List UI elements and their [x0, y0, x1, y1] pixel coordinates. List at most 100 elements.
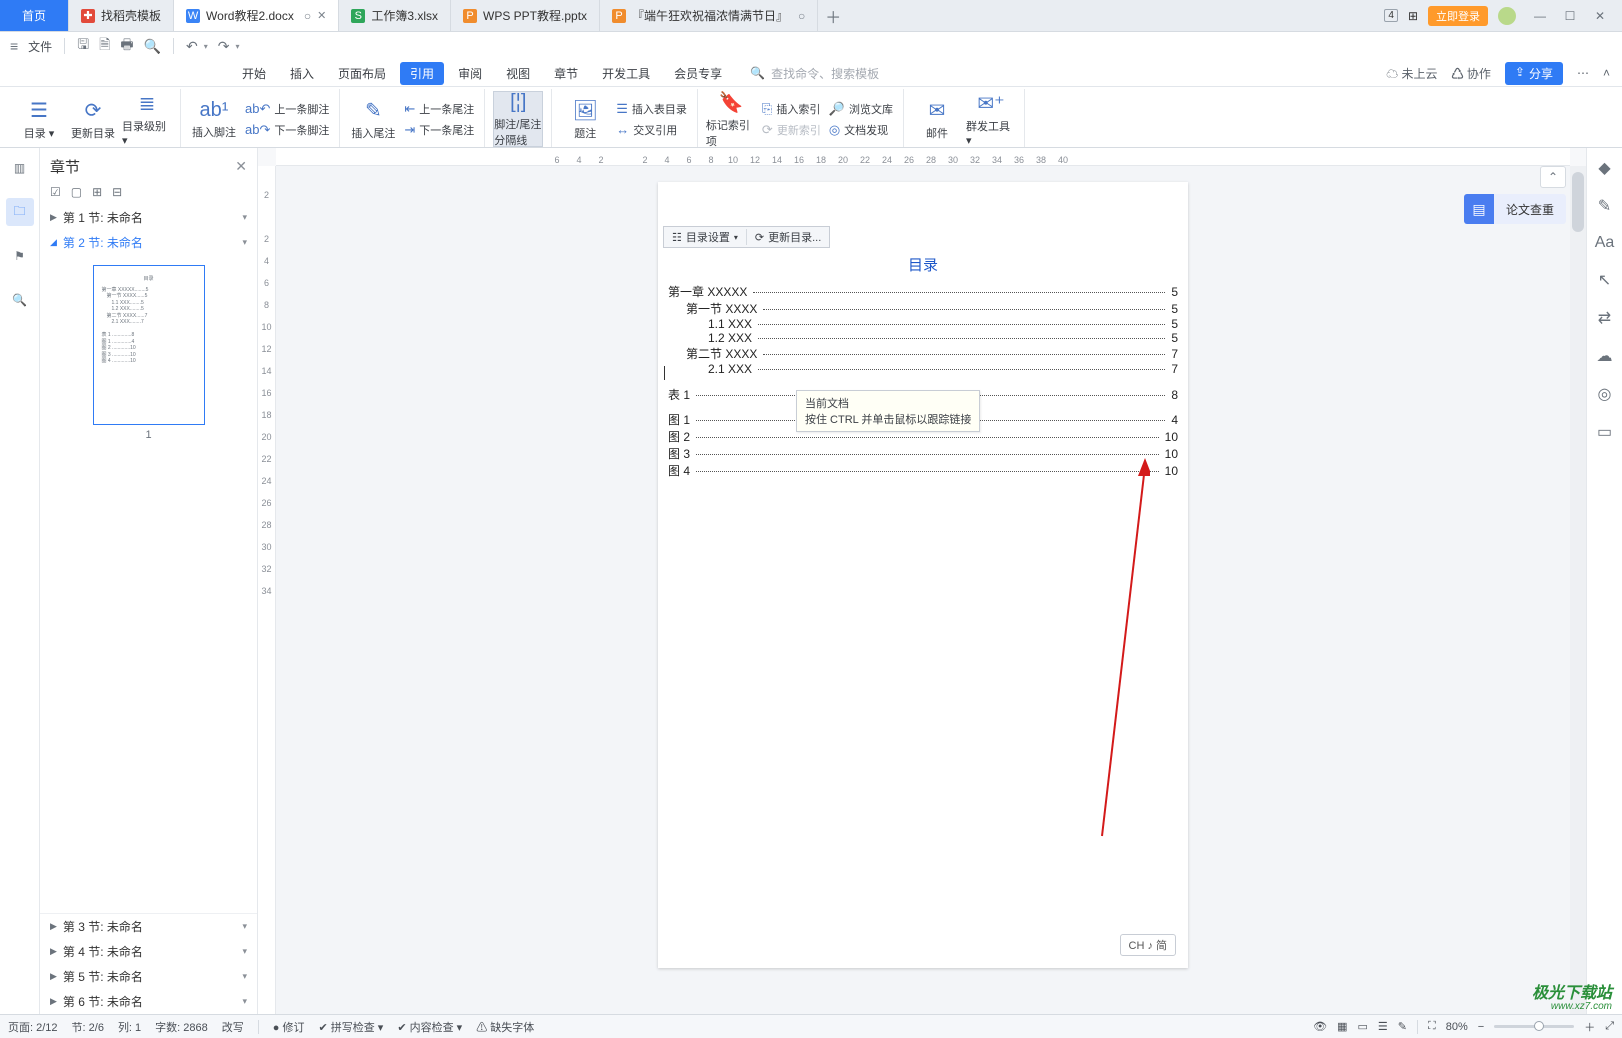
save-icon[interactable]: 🖫	[77, 34, 89, 58]
page-thumbnail[interactable]: 目录 第一章 XXXXX........5 第一节 XXXX......5 1.…	[93, 265, 205, 425]
ribbon-toggle-icon[interactable]: ˄	[1603, 66, 1610, 80]
insert-index-button[interactable]: ⎘插入索引	[760, 100, 823, 118]
menu-view[interactable]: 视图	[496, 62, 540, 85]
fullscreen-icon[interactable]: ⤢	[1605, 1020, 1614, 1033]
status-spell[interactable]: ✔ 拼写检查 ▾	[318, 1019, 383, 1035]
menu-dev[interactable]: 开发工具	[592, 62, 660, 85]
save-as-icon[interactable]: 🗎	[99, 34, 110, 58]
minimize-button[interactable]: —	[1526, 5, 1554, 27]
menu-review[interactable]: 审阅	[448, 62, 492, 85]
rail-setting-icon[interactable]: ◎	[1598, 384, 1612, 404]
view-outline-icon[interactable]: ☰	[1378, 1020, 1388, 1033]
rail-search[interactable]: 🔍	[6, 286, 34, 314]
note-separator-button[interactable]: [¦]脚注/尾注分隔线	[493, 91, 543, 147]
close-pane-icon[interactable]: ✕	[235, 158, 247, 175]
rail-sections[interactable]: 🗀	[6, 198, 34, 226]
tab-ppt2[interactable]: P『端午狂欢祝福浓情满节日』○	[600, 0, 818, 31]
page[interactable]: ☷目录设置▾ ⟳更新目录... 目录 第一章 XXXXX5第一节 XXXX51.…	[658, 182, 1188, 968]
tab-docer[interactable]: ✚找稻壳模板	[69, 0, 174, 31]
section-item[interactable]: ▶第 3 节: 未命名▾	[40, 914, 257, 939]
status-content[interactable]: ✔ 内容检查 ▾	[397, 1019, 462, 1035]
insert-endnote-button[interactable]: ✎插入尾注	[348, 91, 398, 147]
caption-button[interactable]: 🖼题注	[560, 91, 610, 147]
zoom-value[interactable]: 80%	[1446, 1021, 1468, 1033]
add-tab-button[interactable]: ＋	[818, 0, 848, 31]
insert-tof-button[interactable]: ☰插入表目录	[614, 100, 689, 118]
section-item-current[interactable]: ◢第 2 节: 未命名▾	[40, 230, 257, 255]
redo-icon[interactable]: ↷	[218, 38, 230, 55]
zoom-out-icon[interactable]: −	[1478, 1021, 1484, 1033]
browse-library-button[interactable]: 🔎浏览文库	[827, 100, 895, 118]
toc-entry[interactable]: 1.2 XXX5	[668, 331, 1178, 345]
section-item[interactable]: ▶第 6 节: 未命名▾	[40, 989, 257, 1014]
rail-bookmarks[interactable]: ⚑	[6, 242, 34, 270]
rail-shape-icon[interactable]: ⇄	[1598, 308, 1611, 328]
tab-ppt1[interactable]: PWPS PPT教程.pptx	[451, 0, 600, 31]
menu-insert[interactable]: 插入	[280, 62, 324, 85]
tab-sheet[interactable]: S工作簿3.xlsx	[339, 0, 451, 31]
badge-icon[interactable]: 4	[1384, 9, 1398, 22]
toc-button[interactable]: ☰目录 ▾	[14, 91, 64, 147]
rail-cloud-icon[interactable]: ☁	[1597, 346, 1613, 366]
add-section-icon[interactable]: ⊞	[92, 185, 102, 199]
close-icon[interactable]: ✕	[317, 9, 326, 22]
status-font[interactable]: ⚠ 缺失字体	[476, 1019, 534, 1035]
remove-section-icon[interactable]: ⊟	[112, 185, 122, 199]
print-preview-icon[interactable]: 🔍	[144, 38, 161, 55]
status-column[interactable]: 列: 1	[118, 1019, 141, 1035]
coop-button[interactable]: ♺ 协作	[1452, 65, 1491, 82]
prev-endnote-button[interactable]: ⇤上一条尾注	[402, 100, 476, 118]
status-section[interactable]: 节: 2/6	[72, 1019, 104, 1035]
rail-thumbnails[interactable]: ▥	[6, 154, 34, 182]
tab-home[interactable]: 首页	[0, 0, 69, 31]
toc-entry[interactable]: 1.1 XXX5	[668, 317, 1178, 331]
share-button[interactable]: ⇪ 分享	[1505, 62, 1563, 85]
toc-entry[interactable]: 第一章 XXXXX5	[668, 283, 1178, 300]
zoom-in-icon[interactable]: ＋	[1584, 1019, 1595, 1035]
view-print-icon[interactable]: ▦	[1337, 1020, 1347, 1033]
highlight-icon[interactable]: ✎	[1398, 1020, 1407, 1033]
menu-member[interactable]: 会员专享	[664, 62, 732, 85]
menu-icon[interactable]: ≡	[10, 38, 18, 54]
ime-indicator[interactable]: CH ♪ 简	[1120, 934, 1177, 956]
cloud-status[interactable]: ☁ 未上云	[1386, 65, 1437, 82]
rail-page-icon[interactable]: ▭	[1597, 422, 1612, 442]
avatar[interactable]	[1498, 7, 1516, 25]
apps-icon[interactable]: ⊞	[1408, 9, 1418, 23]
status-words[interactable]: 字数: 2868	[155, 1019, 208, 1035]
doc-discovery-button[interactable]: ◎文档发现	[827, 121, 895, 139]
insert-footnote-button[interactable]: ab¹插入脚注	[189, 91, 239, 147]
toc-settings-button[interactable]: ☷目录设置▾	[664, 229, 747, 245]
command-search[interactable]: 🔍查找命令、搜索模板	[750, 65, 879, 82]
toc-entry[interactable]: 第一节 XXXX5	[668, 300, 1178, 317]
file-menu[interactable]: 文件	[28, 38, 52, 55]
document-canvas[interactable]: ☷目录设置▾ ⟳更新目录... 目录 第一章 XXXXX5第一节 XXXX51.…	[276, 166, 1570, 1014]
maximize-button[interactable]: ☐	[1556, 5, 1584, 27]
toc-update-button[interactable]: ⟳更新目录...	[747, 229, 829, 245]
vertical-scrollbar[interactable]	[1570, 166, 1586, 1014]
prev-footnote-button[interactable]: ab↶上一条脚注	[243, 100, 331, 118]
mail-button[interactable]: ✉邮件	[912, 91, 962, 147]
menu-start[interactable]: 开始	[232, 62, 276, 85]
status-page[interactable]: 页面: 2/12	[8, 1019, 58, 1035]
section-item[interactable]: ▶第 1 节: 未命名▾	[40, 205, 257, 230]
section-item[interactable]: ▶第 4 节: 未命名▾	[40, 939, 257, 964]
menu-sections[interactable]: 章节	[544, 62, 588, 85]
cross-ref-button[interactable]: ↔交叉引用	[614, 121, 689, 139]
expand-icon[interactable]: ▢	[71, 185, 82, 199]
float-collapse-icon[interactable]: ⌃	[1540, 166, 1566, 188]
mass-send-button[interactable]: ✉⁺群发工具 ▾	[966, 91, 1016, 147]
status-rewrite[interactable]: 改写	[222, 1019, 244, 1035]
mark-index-button[interactable]: 🔖标记索引项	[706, 91, 756, 147]
menu-references[interactable]: 引用	[400, 62, 444, 85]
print-icon[interactable]: 🖶	[120, 34, 133, 58]
collapse-all-icon[interactable]: ☑	[50, 185, 61, 199]
toc-entry[interactable]: 第二节 XXXX7	[668, 345, 1178, 362]
toc-entry[interactable]: 2.1 XXX7	[668, 362, 1178, 376]
toc-level-button[interactable]: ≣目录级别 ▾	[122, 91, 172, 147]
fit-icon[interactable]: ⛶	[1428, 1020, 1436, 1033]
rail-docer-icon[interactable]: ◆	[1598, 158, 1610, 178]
view-read-icon[interactable]: 👁	[1313, 1020, 1327, 1033]
undo-icon[interactable]: ↶	[186, 38, 198, 55]
status-track[interactable]: ● 修订	[273, 1019, 305, 1035]
